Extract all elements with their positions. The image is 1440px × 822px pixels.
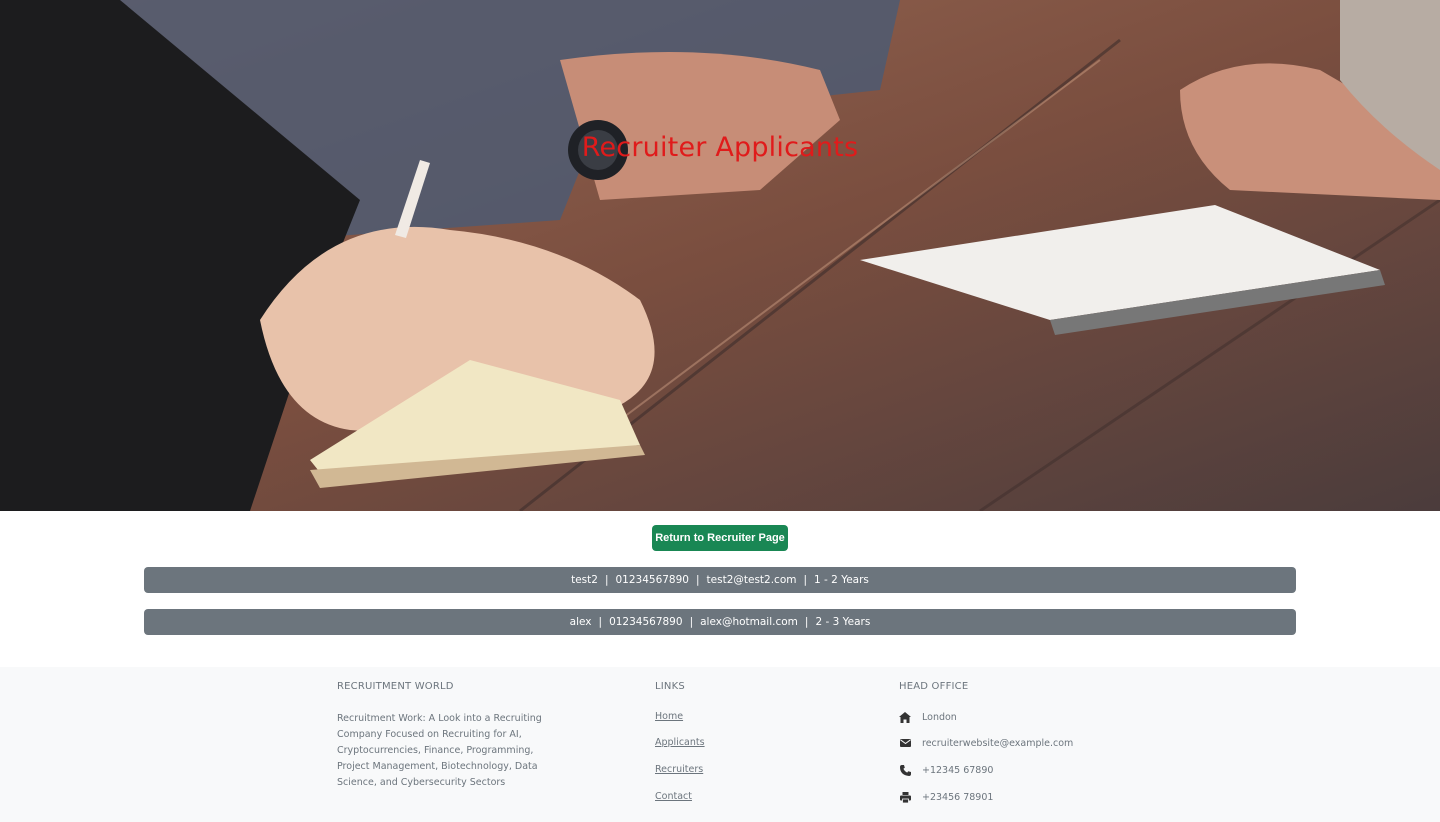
applicant-name: test2: [571, 574, 598, 586]
applicant-row: test2 | 01234567890 | test2@test2.com | …: [144, 567, 1296, 593]
applicant-email: test2@test2.com: [706, 574, 797, 586]
footer-link-home[interactable]: Home: [655, 711, 683, 722]
separator: |: [689, 616, 694, 628]
envelope-icon: [899, 737, 911, 749]
footer-about-text: Recruitment Work: A Look into a Recruiti…: [337, 713, 542, 788]
phone-icon: [899, 764, 911, 776]
office-fax: +23456 78901: [899, 791, 993, 803]
home-icon: [899, 711, 911, 723]
footer-link-applicants[interactable]: Applicants: [655, 737, 705, 748]
separator: |: [695, 574, 700, 586]
applicant-row: alex | 01234567890 | alex@hotmail.com | …: [144, 609, 1296, 635]
printer-icon: [899, 791, 911, 803]
applicant-experience: 1 - 2 Years: [814, 574, 869, 586]
office-city: London: [922, 711, 957, 723]
applicant-phone: 01234567890: [609, 616, 683, 628]
footer-links-heading: LINKS: [655, 681, 685, 692]
separator: |: [804, 616, 809, 628]
applicant-phone: 01234567890: [615, 574, 689, 586]
site-footer: RECRUITMENT WORLD Recruitment Work: A Lo…: [0, 667, 1440, 822]
office-fax-number: +23456 78901: [922, 791, 994, 803]
separator: |: [598, 616, 603, 628]
office-email-address: recruiterwebsite@example.com: [922, 737, 1074, 749]
hero-background-image: [0, 0, 1440, 511]
page-title: Recruiter Applicants: [581, 132, 859, 163]
applicant-email: alex@hotmail.com: [700, 616, 798, 628]
applicant-name: alex: [569, 616, 592, 628]
footer-link-recruiters[interactable]: Recruiters: [655, 764, 703, 775]
footer-about-heading: RECRUITMENT WORLD: [337, 681, 454, 692]
return-to-recruiter-page-button[interactable]: Return to Recruiter Page: [652, 525, 788, 551]
applicant-experience: 2 - 3 Years: [815, 616, 871, 628]
office-phone: +12345 67890: [899, 764, 993, 776]
hero-banner: Recruiter Applicants: [0, 0, 1440, 511]
office-address: London: [899, 711, 957, 723]
office-phone-number: +12345 67890: [922, 764, 994, 776]
footer-link-contact[interactable]: Contact: [655, 791, 692, 802]
separator: |: [604, 574, 609, 586]
separator: |: [803, 574, 808, 586]
footer-office-heading: HEAD OFFICE: [899, 681, 969, 692]
office-email: recruiterwebsite@example.com: [899, 737, 1073, 749]
